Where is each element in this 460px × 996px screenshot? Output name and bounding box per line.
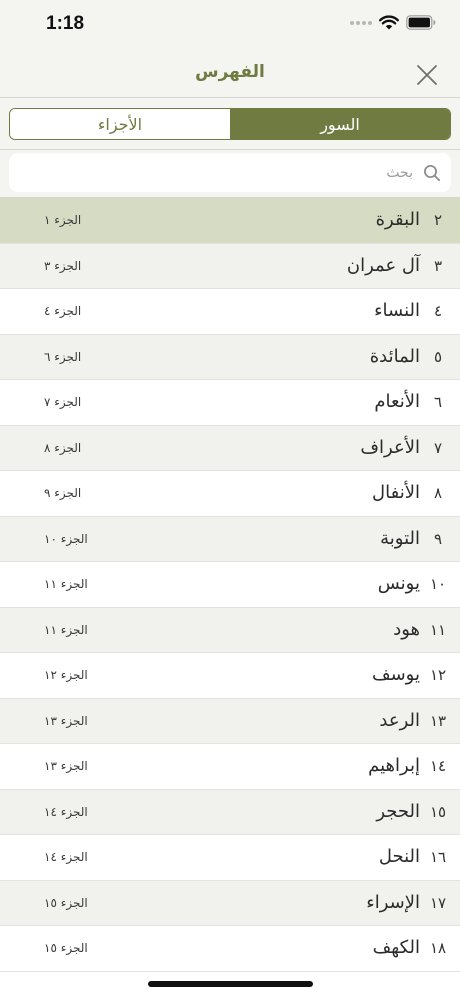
surah-number: ١٣ [429, 711, 447, 730]
close-icon [417, 65, 437, 85]
surah-number: ١٢ [429, 666, 447, 684]
surah-row[interactable]: ٤ النساء الجزء ٤ [0, 289, 460, 335]
surah-row[interactable]: ١٧ الإسراء الجزء ١٥ [0, 880, 460, 926]
surah-number: ٢ [433, 211, 443, 229]
wifi-icon [379, 15, 399, 30]
surah-juz: الجزء ٤ [44, 304, 82, 318]
surah-row[interactable]: ٦ الأنعام الجزء ٧ [0, 380, 460, 426]
surah-name: النساء [374, 300, 420, 321]
battery-icon [406, 15, 436, 30]
cellular-signal-icon [350, 20, 372, 25]
surah-row[interactable]: ١٣ الرعد الجزء ١٣ [0, 698, 460, 744]
page-title: الفهرس [195, 62, 265, 82]
surah-name: الأعراف [360, 436, 420, 458]
surah-number: ٨ [433, 484, 443, 502]
surah-juz: الجزء ١٥ [44, 895, 88, 910]
surah-name: المائدة [369, 345, 420, 367]
surah-number: ١١ [429, 620, 447, 639]
surah-name: الحجر [376, 800, 420, 822]
surah-name: الإسراء [366, 891, 420, 913]
surah-name: التوبة [380, 527, 420, 549]
surah-name: الرعد [379, 709, 420, 731]
search-icon [424, 165, 441, 182]
search-input[interactable] [19, 162, 413, 184]
surah-juz: الجزء ٦ [44, 349, 82, 364]
surah-name: النحل [378, 846, 420, 867]
surah-row[interactable]: ١٠ يونس الجزء ١١ [0, 562, 460, 608]
surah-juz: الجزء ١٣ [44, 713, 88, 728]
surah-name: هود [393, 618, 420, 640]
surah-name: الكهف [372, 937, 420, 958]
surah-name: الأنفال [372, 482, 420, 503]
segment-bar: الأجزاء السور [0, 98, 460, 150]
status-time: 1:18 [46, 13, 85, 34]
search-bar [0, 150, 460, 198]
surah-juz: الجزء ١٣ [44, 759, 88, 773]
surah-name: الأنعام [374, 391, 420, 412]
surah-name: يونس [377, 573, 420, 594]
tab-suras[interactable]: السور [230, 109, 450, 139]
surah-juz: الجزء ١١ [44, 577, 88, 591]
surah-number: ٥ [433, 347, 443, 366]
surah-row[interactable]: ٩ التوبة الجزء ١٠ [0, 516, 460, 562]
surah-name: آل عمران [346, 254, 420, 276]
surah-name: البقرة [375, 209, 420, 230]
surah-row[interactable]: ٨ الأنفال الجزء ٩ [0, 471, 460, 517]
surah-juz: الجزء ١٠ [44, 531, 88, 546]
surah-row[interactable]: ١٢ يوسف الجزء ١٢ [0, 653, 460, 699]
tab-ajza[interactable]: الأجزاء [10, 109, 230, 139]
navigation-bar: الفهرس [0, 52, 460, 98]
surah-juz: الجزء ٣ [44, 258, 82, 273]
surah-juz: الجزء ٨ [44, 440, 82, 455]
surah-row[interactable]: ١٥ الحجر الجزء ١٤ [0, 789, 460, 835]
home-indicator [148, 981, 313, 987]
surah-number: ٧ [433, 438, 443, 457]
surah-juz: الجزء ١٢ [44, 668, 88, 682]
surah-number: ١٨ [429, 939, 447, 957]
status-icons [350, 15, 436, 30]
close-button[interactable] [414, 62, 440, 88]
surah-juz: الجزء ١٤ [44, 850, 88, 864]
status-bar: 1:18 [0, 0, 460, 52]
surah-number: ١٤ [429, 757, 447, 775]
surah-row[interactable]: ١٨ الكهف الجزء ١٥ [0, 926, 460, 972]
surah-row[interactable]: ٢ البقرة الجزء ١ [0, 198, 460, 244]
surah-row[interactable]: ٧ الأعراف الجزء ٨ [0, 425, 460, 471]
surah-row[interactable]: ٥ المائدة الجزء ٦ [0, 334, 460, 380]
surah-row[interactable]: ١١ هود الجزء ١١ [0, 607, 460, 653]
surah-name: يوسف [371, 664, 420, 685]
surah-juz: الجزء ١٥ [44, 941, 88, 955]
surah-number: ١٥ [429, 802, 447, 821]
surah-number: ١٧ [429, 893, 447, 912]
surah-row[interactable]: ١٤ إبراهيم الجزء ١٣ [0, 744, 460, 790]
surah-number: ٤ [433, 302, 443, 320]
search-box [9, 153, 451, 192]
surah-juz: الجزء ١ [44, 213, 82, 227]
surah-list: ٢ البقرة الجزء ١ ٣ آل عمران الجزء ٣ ٤ النساء الج… [0, 198, 460, 972]
surah-row[interactable]: ١٦ النحل الجزء ١٤ [0, 835, 460, 881]
surah-name: إبراهيم [368, 755, 420, 776]
surah-number: ٣ [433, 256, 443, 275]
surah-juz: الجزء ٧ [44, 395, 82, 409]
surah-number: ٦ [433, 393, 443, 411]
surah-juz: الجزء ١١ [44, 622, 88, 637]
surah-row[interactable]: ٣ آل عمران الجزء ٣ [0, 243, 460, 289]
surah-number: ١٠ [429, 575, 447, 593]
surah-juz: الجزء ١٤ [44, 804, 88, 819]
segmented-control: الأجزاء السور [9, 108, 451, 140]
surah-number: ٩ [433, 529, 443, 548]
surah-number: ١٦ [429, 848, 447, 866]
surah-juz: الجزء ٩ [44, 486, 82, 500]
